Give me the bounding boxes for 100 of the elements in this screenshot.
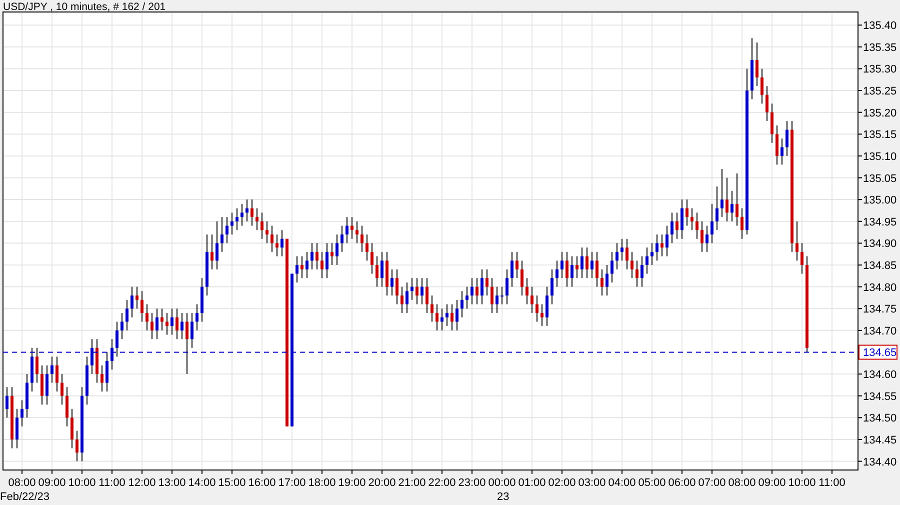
candle [306, 251, 308, 279]
candle [440, 308, 444, 331]
candle [360, 225, 364, 252]
date-label: Feb/22/23 [0, 491, 50, 503]
candle [780, 138, 784, 166]
y-tick-label: 135.20 [858, 107, 897, 120]
x-tick-label: 10:00 [788, 477, 816, 489]
candle [660, 234, 664, 257]
x-tick-label: 23:00 [458, 470, 486, 489]
candle [786, 120, 788, 156]
candle [710, 203, 714, 244]
candle [800, 242, 804, 274]
candle [376, 256, 378, 288]
candle [236, 208, 238, 231]
y-tick-label: 135.10 [858, 150, 897, 163]
candle [226, 216, 228, 244]
y-tick-label: 135.25 [858, 86, 897, 98]
candle [620, 238, 624, 262]
candle [280, 230, 284, 257]
candle [770, 103, 774, 144]
candle [46, 364, 48, 406]
candle [326, 242, 328, 279]
candle [20, 400, 24, 427]
x-tick-label: 07:00 [698, 477, 726, 489]
x-tick-label: 02:00 [548, 470, 576, 489]
candle [536, 295, 538, 322]
y-tick-label: 134.95 [858, 216, 897, 228]
candle [310, 242, 314, 270]
y-tick-label: 135.00 [858, 194, 897, 207]
candle [66, 386, 68, 427]
candle [266, 220, 268, 244]
x-tick-label: 16:00 [248, 470, 276, 489]
x-tick-label: 22:00 [428, 470, 456, 489]
x-tick-label: 03:00 [578, 477, 606, 489]
candle [566, 251, 568, 288]
x-tick-label: 05:00 [638, 470, 666, 489]
candle [130, 286, 134, 318]
candle [336, 234, 338, 266]
x-tick-label: 08:00 [728, 477, 756, 489]
candle [356, 220, 358, 244]
y-tick-label: 135.40 [858, 20, 897, 32]
candle [706, 225, 708, 252]
x-tick-label: 19:00 [338, 470, 366, 489]
x-tick-label: 00:00 [488, 477, 516, 489]
candle [640, 256, 644, 288]
x-tick-label: 15:00 [218, 470, 246, 489]
candle [246, 199, 248, 222]
candle [466, 286, 468, 310]
candle [350, 216, 354, 240]
candle [86, 356, 88, 406]
candle [486, 268, 488, 296]
candle [666, 225, 668, 257]
price-label: 134.65 [858, 344, 898, 360]
candle [180, 312, 184, 340]
candle [380, 251, 384, 288]
candle [16, 408, 18, 449]
candle [630, 251, 634, 279]
candle [610, 251, 614, 283]
y-tick-label: 134.90 [858, 238, 897, 250]
candle [510, 251, 514, 288]
candle [676, 212, 678, 240]
candle [96, 338, 98, 384]
y-tick-label: 135.35 [858, 42, 897, 54]
x-tick-label: 17:00 [278, 470, 306, 489]
candle [136, 286, 138, 310]
candle [726, 177, 728, 222]
candle [60, 374, 64, 406]
candle [240, 203, 244, 226]
candle [346, 216, 348, 244]
x-tick-label: 00:00 [488, 470, 516, 489]
candle [296, 256, 298, 283]
candle [506, 268, 508, 305]
candle [116, 321, 118, 358]
candle [576, 256, 578, 279]
candle [776, 124, 778, 166]
candle [170, 308, 174, 336]
x-tick-label: 16:00 [248, 477, 276, 489]
candle [36, 347, 38, 384]
candle [256, 208, 258, 231]
x-tick-label: 08:00 [8, 477, 36, 489]
candle [106, 352, 108, 392]
candle [450, 304, 454, 331]
candle [580, 247, 584, 279]
candle [156, 308, 158, 340]
candle [550, 268, 554, 305]
candle [230, 212, 234, 235]
candle [516, 251, 518, 279]
x-tick-label: 11:00 [818, 470, 846, 489]
y-tick-label: 134.50 [858, 412, 897, 425]
candle [340, 225, 344, 252]
candle [500, 286, 504, 305]
candle [720, 168, 724, 218]
x-tick-label: 06:00 [668, 470, 696, 489]
y-tick-label: 134.80 [858, 282, 897, 294]
x-tick-label: 08:00 [8, 470, 36, 489]
candle [590, 251, 594, 279]
candle [406, 282, 408, 314]
candle [410, 278, 414, 300]
x-tick-label: 11:00 [818, 477, 846, 489]
candle [186, 312, 188, 375]
